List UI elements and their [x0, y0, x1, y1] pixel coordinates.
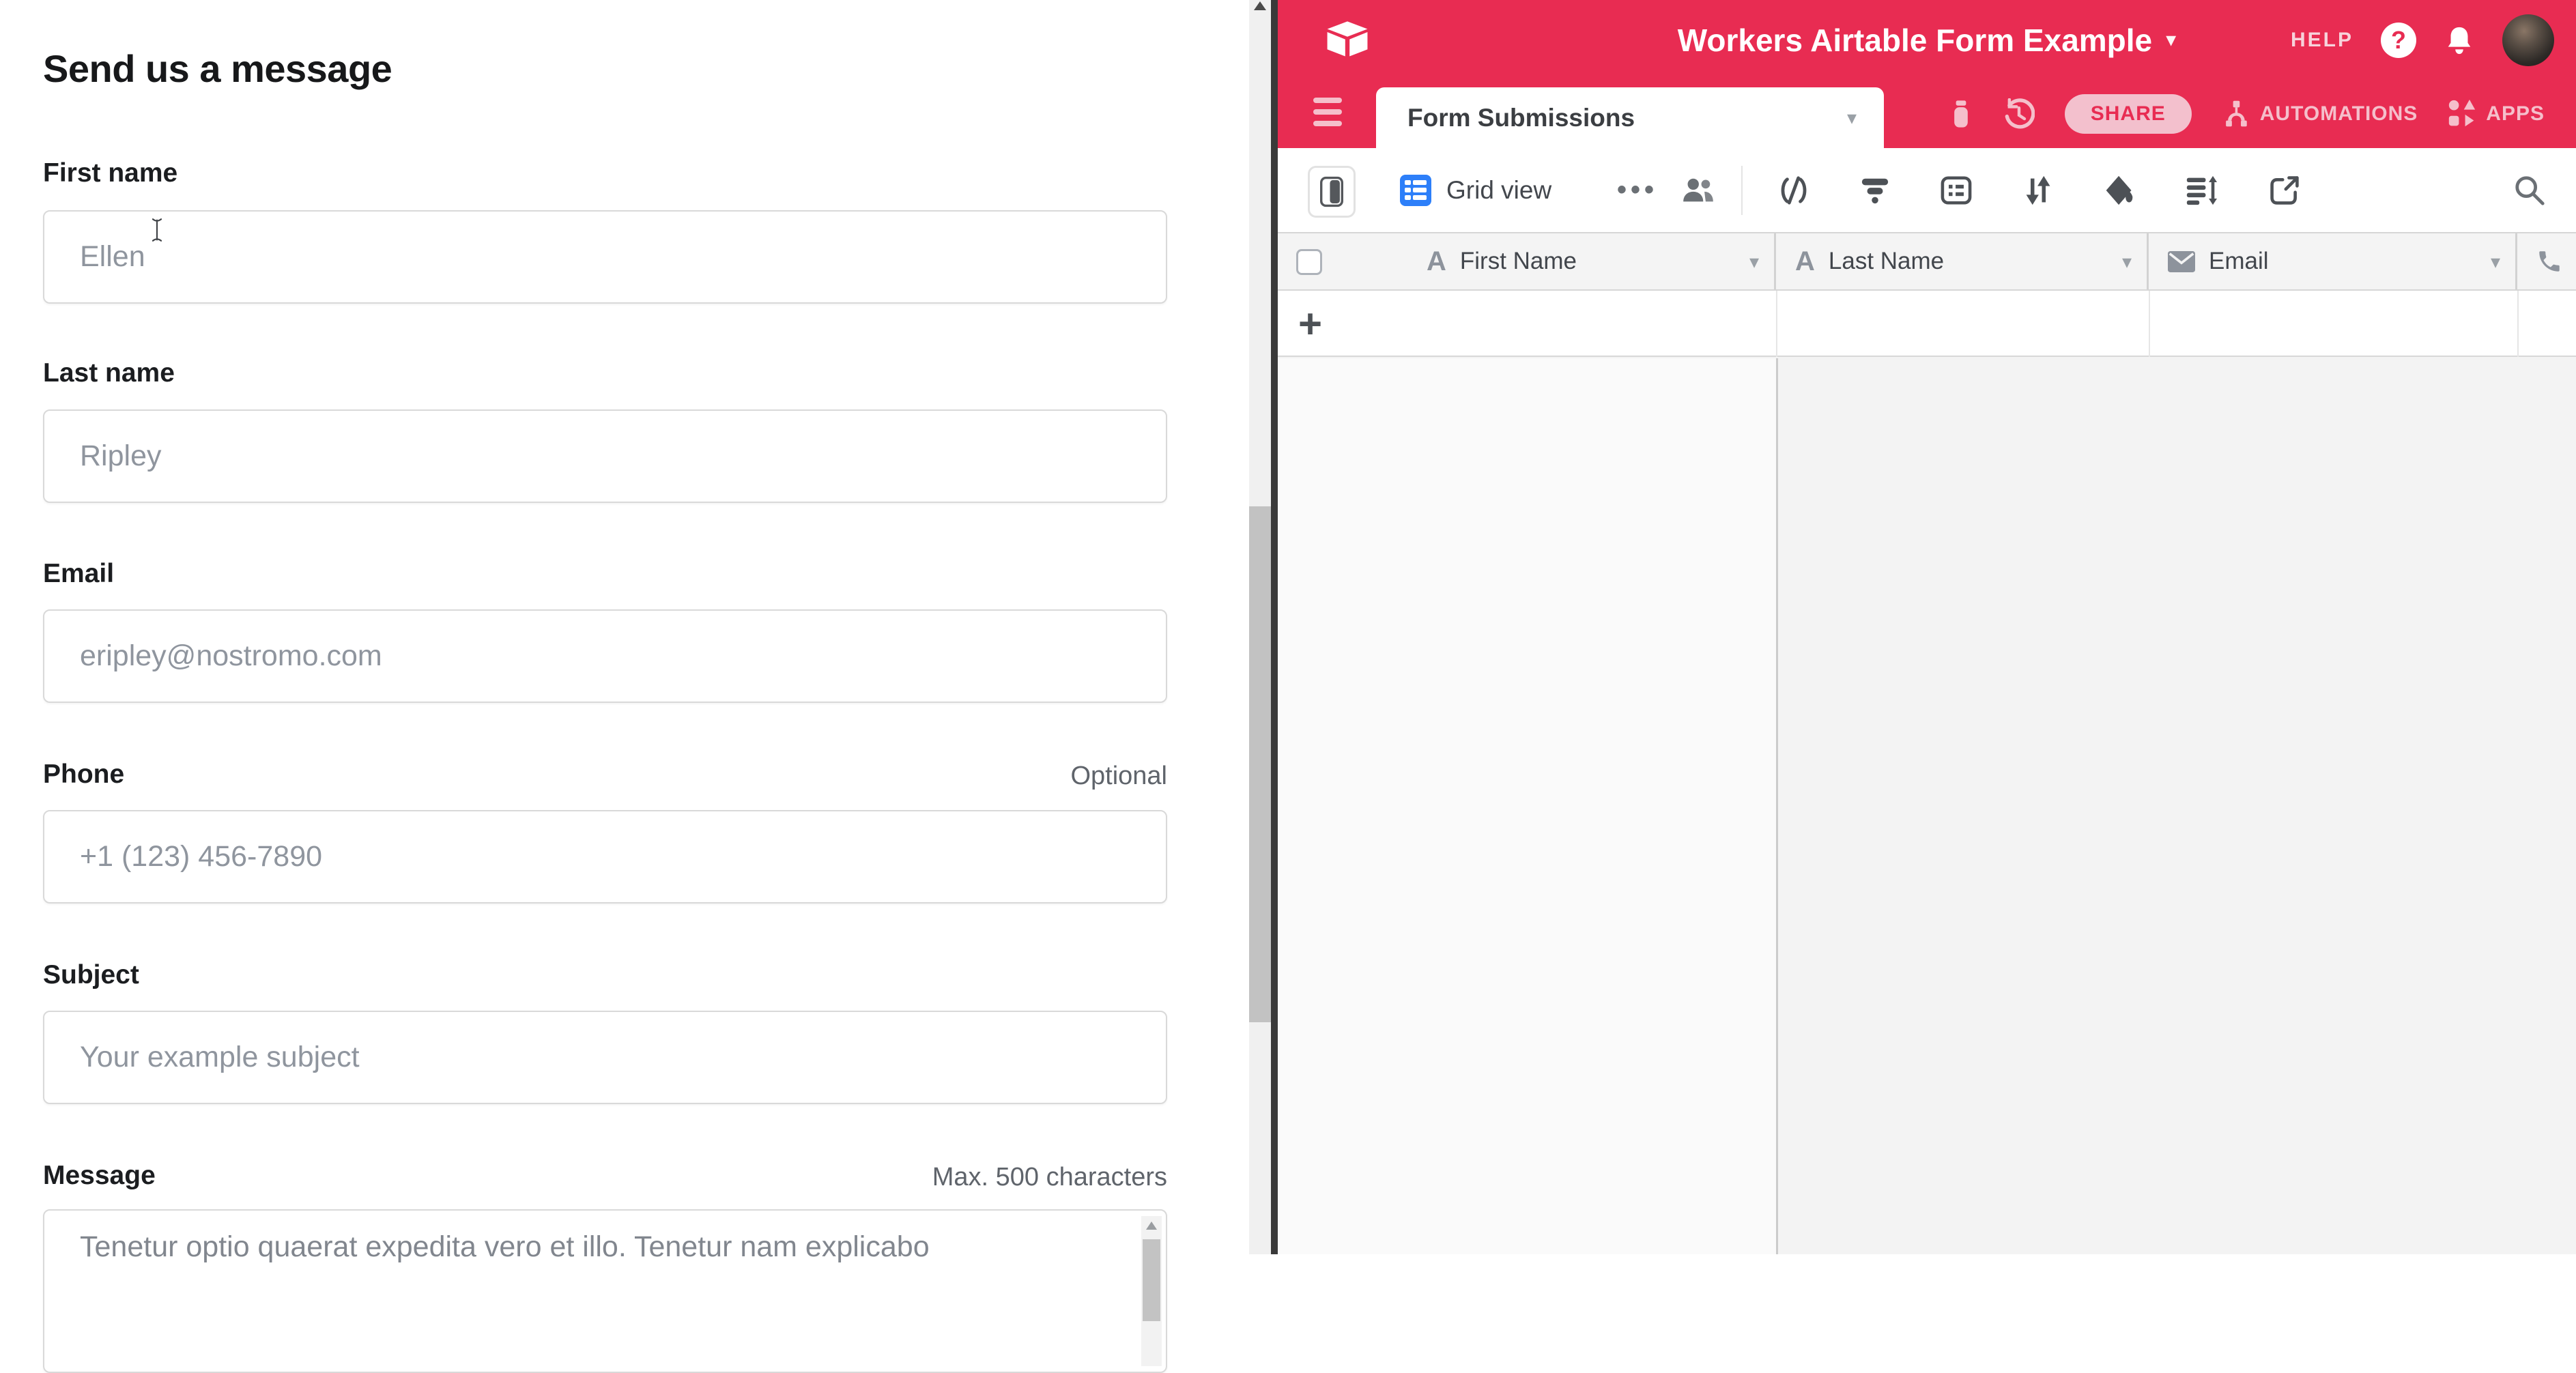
chevron-down-icon[interactable]	[2166, 28, 2176, 52]
tables-menu-icon[interactable]	[1313, 98, 1342, 126]
phone-optional-hint: Optional	[1070, 762, 1167, 791]
automations-label: AUTOMATIONS	[2260, 102, 2418, 126]
view-sidebar-toggle-button[interactable]	[1308, 166, 1356, 218]
message-label: Message	[43, 1161, 156, 1191]
trash-icon[interactable]	[1949, 99, 1973, 129]
row-select-gutter	[1278, 233, 1407, 289]
add-record-row[interactable]: +	[1278, 291, 2576, 357]
last-name-label: Last name	[43, 358, 175, 388]
grid-empty-area	[1278, 358, 1776, 1254]
chevron-down-icon[interactable]	[1847, 106, 1857, 129]
single-line-text-icon: A	[1427, 248, 1446, 275]
form-title: Send us a message	[43, 46, 392, 91]
filter-icon[interactable]	[1860, 148, 1890, 232]
airtable-logo-icon[interactable]	[1326, 16, 1369, 60]
sidebar-toggle-icon	[1320, 176, 1343, 207]
last-name-input[interactable]	[43, 409, 1167, 503]
first-name-label: First name	[43, 158, 177, 188]
window-split-divider[interactable]	[1271, 0, 1278, 1254]
view-options-ellipsis-icon[interactable]: •••	[1617, 148, 1658, 232]
subject-input[interactable]	[43, 1011, 1167, 1104]
airtable-tablebar: Form Submissions SHARE	[1278, 80, 2576, 148]
view-toolbar: Grid view •••	[1278, 148, 2576, 232]
question-mark-icon[interactable]: ?	[2381, 23, 2416, 58]
column-divider	[1776, 291, 1777, 357]
add-record-plus-icon[interactable]: +	[1298, 291, 1322, 357]
column-divider	[2149, 291, 2150, 357]
user-avatar[interactable]	[2502, 14, 2554, 66]
scroll-up-arrow-icon[interactable]	[1254, 1, 1266, 10]
grid-empty-area	[1778, 358, 2576, 1254]
column-divider	[2517, 291, 2519, 357]
base-title[interactable]: Workers Airtable Form Example	[1678, 22, 2152, 59]
automations-icon	[2222, 100, 2250, 128]
airtable-pane: Workers Airtable Form Example HELP ? For…	[1278, 0, 2576, 1254]
column-name: Last Name	[1829, 248, 2122, 275]
airtable-topbar: Workers Airtable Form Example HELP ?	[1278, 0, 2576, 80]
scroll-up-arrow-icon[interactable]	[1146, 1222, 1157, 1230]
message-scrollbar[interactable]	[1141, 1216, 1162, 1366]
column-header-phone[interactable]: Phone	[2517, 233, 2576, 289]
chevron-down-icon[interactable]	[2122, 250, 2132, 273]
color-icon[interactable]	[2104, 148, 2135, 232]
chevron-down-icon[interactable]	[1749, 250, 1759, 273]
collaborators-icon[interactable]	[1682, 148, 1715, 232]
row-height-icon[interactable]	[2186, 148, 2217, 232]
grid-column-headers: A First Name A Last Name Email	[1278, 232, 2576, 291]
page-scrollbar-thumb[interactable]	[1249, 506, 1271, 1022]
share-button[interactable]: SHARE	[2065, 94, 2192, 134]
select-all-checkbox[interactable]	[1296, 249, 1322, 275]
view-name: Grid view	[1446, 176, 1551, 205]
column-name: First Name	[1460, 248, 1749, 275]
first-name-input[interactable]	[43, 210, 1167, 304]
subject-label: Subject	[43, 960, 139, 990]
apps-label: APPS	[2486, 102, 2545, 126]
search-icon[interactable]	[2513, 148, 2546, 232]
grid-view-icon	[1400, 175, 1431, 206]
message-scrollbar-thumb[interactable]	[1143, 1239, 1160, 1321]
notifications-bell-icon[interactable]	[2444, 25, 2475, 56]
table-tab-label: Form Submissions	[1407, 104, 1847, 132]
apps-icon	[2448, 100, 2476, 128]
email-field-icon	[2168, 251, 2195, 272]
chevron-down-icon[interactable]	[2491, 250, 2500, 273]
column-header-first-name[interactable]: A First Name	[1407, 233, 1776, 289]
phone-input[interactable]	[43, 810, 1167, 904]
column-name: Email	[2209, 248, 2491, 275]
message-textarea[interactable]: Tenetur optio quaerat expedita vero et i…	[43, 1209, 1167, 1373]
share-view-icon[interactable]	[2269, 148, 2300, 232]
help-button[interactable]: HELP	[2291, 29, 2353, 52]
toolbar-separator	[1741, 166, 1743, 215]
email-input[interactable]	[43, 609, 1167, 703]
contact-form-pane: Send us a message First name Last name E…	[0, 0, 1249, 1254]
grid-view-selector[interactable]: Grid view	[1400, 148, 1551, 232]
hide-fields-icon[interactable]	[1778, 148, 1809, 232]
phone-label: Phone	[43, 760, 124, 790]
column-header-email[interactable]: Email	[2149, 233, 2517, 289]
single-line-text-icon: A	[1795, 248, 1815, 275]
automations-button[interactable]: AUTOMATIONS	[2222, 100, 2418, 128]
history-icon[interactable]	[2003, 98, 2035, 130]
page-scrollbar[interactable]	[1249, 0, 1271, 1254]
text-cursor-icon	[151, 217, 163, 243]
phone-field-icon	[2536, 248, 2562, 274]
email-label: Email	[43, 559, 114, 589]
group-icon[interactable]	[1941, 148, 1972, 232]
message-max-chars-hint: Max. 500 characters	[932, 1163, 1167, 1192]
apps-button[interactable]: APPS	[2448, 100, 2545, 128]
table-tab-form-submissions[interactable]: Form Submissions	[1376, 87, 1884, 148]
message-text: Tenetur optio quaerat expedita vero et i…	[80, 1227, 1117, 1267]
frozen-column-divider	[1776, 358, 1778, 1254]
sort-icon[interactable]	[2023, 148, 2053, 232]
column-header-last-name[interactable]: A Last Name	[1776, 233, 2149, 289]
